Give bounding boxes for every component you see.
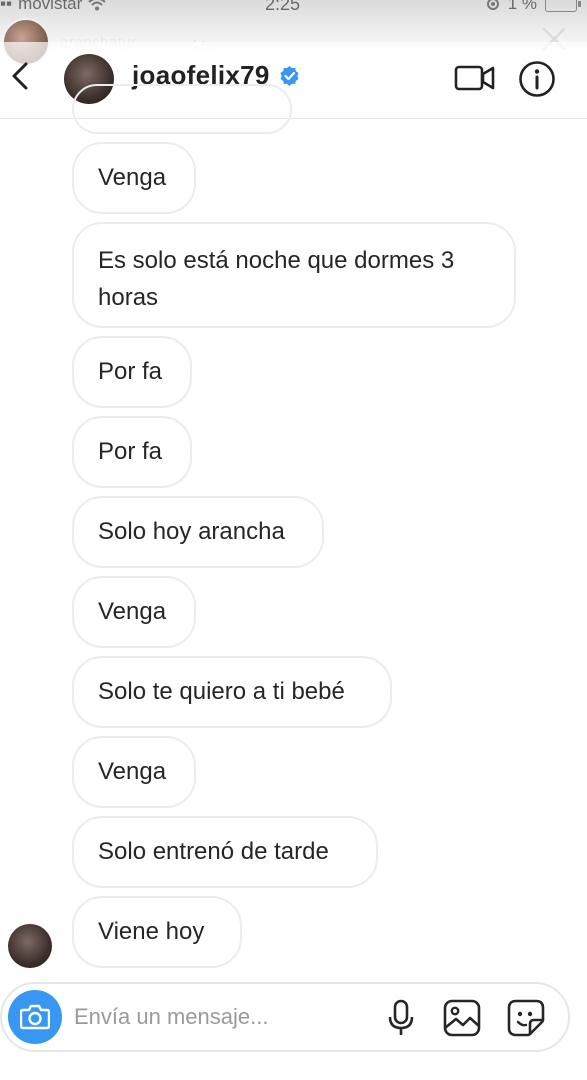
- gallery-icon[interactable]: [442, 998, 482, 1038]
- message-composer: [0, 982, 570, 1052]
- microphone-icon[interactable]: [386, 998, 416, 1038]
- message-text: Por fa: [98, 358, 163, 385]
- battery-percent: 1 %: [507, 0, 537, 13]
- battery-icon: [545, 0, 581, 12]
- video-call-icon[interactable]: [454, 62, 496, 94]
- message-bubble[interactable]: Por fa: [72, 416, 192, 488]
- verified-badge-icon: [280, 66, 299, 86]
- message-bubble[interactable]: Solo te quiero a ti bebé: [72, 656, 392, 728]
- message-text: Por fa: [98, 438, 163, 465]
- message-text: Solo entrenó de tarde: [98, 838, 329, 865]
- message-bubble[interactable]: Venga: [72, 142, 196, 214]
- battery-indicator: 1 %: [486, 0, 581, 14]
- message-text: Viene hoy: [98, 918, 205, 945]
- message-text: Venga: [98, 598, 167, 625]
- carrier-name: movistar: [18, 0, 83, 13]
- message-bubble[interactable]: Solo entrenó de tarde: [72, 816, 378, 888]
- message-input[interactable]: [72, 996, 366, 1038]
- carrier: ▪▪ movistar: [0, 0, 106, 14]
- message-text: Es solo está noche que dormes 3 horas: [98, 247, 455, 311]
- message-bubble-partial: [72, 84, 292, 134]
- camera-icon: [20, 1004, 50, 1030]
- camera-button[interactable]: [8, 990, 62, 1044]
- message-bubble[interactable]: Venga: [72, 736, 196, 808]
- info-icon[interactable]: [518, 60, 556, 98]
- message-text: Venga: [98, 758, 167, 785]
- location-icon: [486, 0, 499, 10]
- message-bubble[interactable]: Por fa: [72, 336, 192, 408]
- status-time: 2:25: [265, 0, 301, 14]
- sender-avatar: [8, 924, 52, 968]
- dm-screen: aranchatur 4 h ▪▪ movistar 2:25 1 %: [0, 0, 587, 1080]
- sticker-icon[interactable]: [506, 998, 546, 1038]
- message-bubble[interactable]: Es solo está noche que dormes 3 horas: [72, 222, 516, 328]
- message-text: Solo hoy arancha: [98, 518, 285, 545]
- signal-icon: ▪▪: [0, 0, 13, 13]
- back-arrow-icon[interactable]: [6, 56, 36, 96]
- message-bubble[interactable]: Venga: [72, 576, 196, 648]
- message-bubble[interactable]: Solo hoy arancha: [72, 496, 324, 568]
- wifi-icon: [88, 0, 106, 11]
- message-text: Solo te quiero a ti bebé: [98, 678, 345, 705]
- status-bar: ▪▪ movistar 2:25 1 %: [0, 0, 587, 22]
- message-bubble[interactable]: Viene hoy: [72, 896, 242, 968]
- message-text: Venga: [98, 164, 167, 191]
